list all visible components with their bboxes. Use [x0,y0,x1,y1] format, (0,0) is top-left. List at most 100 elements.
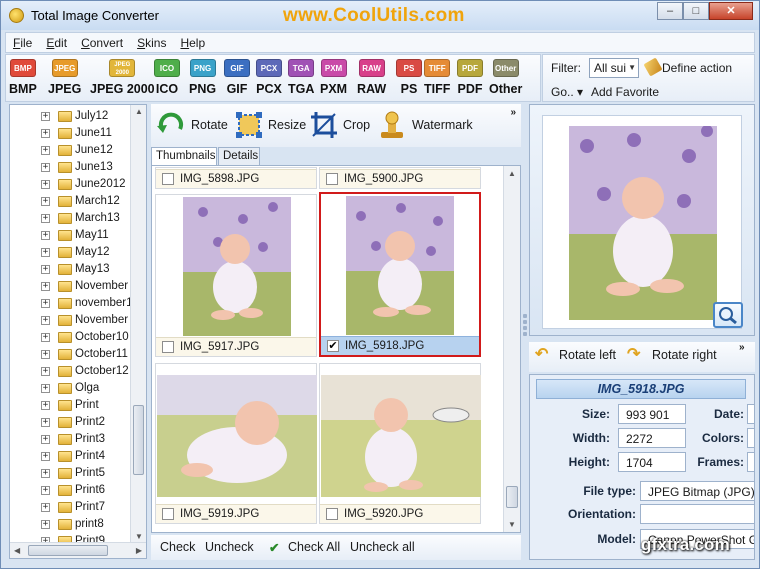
format-button-ico[interactable]: ICO ICO [154,59,180,96]
tree-scroll-thumb[interactable] [133,405,144,475]
tree-item[interactable]: + October11 [10,346,132,363]
tree-item[interactable]: + Print5 [10,465,132,482]
expand-icon[interactable]: + [41,316,50,325]
expand-icon[interactable]: + [41,163,50,172]
menu-edit[interactable]: Edit [39,33,74,50]
tree-item[interactable]: + March12 [10,193,132,210]
tree-item[interactable]: + June2012 [10,176,132,193]
expand-icon[interactable]: + [41,214,50,223]
scroll-down-icon[interactable]: ▼ [135,532,143,541]
tree-item[interactable]: + June12 [10,142,132,159]
format-button-jpeg[interactable]: JPEG JPEG [48,59,81,96]
expand-icon[interactable]: + [41,282,50,291]
thumbnail-card[interactable]: IMG_5919.JPG [155,363,317,524]
thumbnail-checkbox[interactable]: ✔ [327,340,339,352]
tree-item[interactable]: + Print4 [10,448,132,465]
expand-icon[interactable]: + [41,299,50,308]
format-button-pdf[interactable]: PDF PDF [457,59,483,96]
format-button-other[interactable]: Other Other [489,59,522,96]
tree-item[interactable]: + May12 [10,244,132,261]
minimize-button[interactable]: – [657,2,683,20]
go-menu-button[interactable]: Go.. ▾ [551,85,583,99]
format-button-png[interactable]: PNG PNG [189,59,216,96]
rotate-right-button[interactable]: Rotate right [652,348,717,362]
tree-item[interactable]: + March13 [10,210,132,227]
tree-vertical-scrollbar[interactable]: ▲ ▼ [130,105,146,543]
expand-icon[interactable]: + [41,435,50,444]
tree-item[interactable]: + November [10,278,132,295]
crop-button[interactable]: Crop [309,110,371,140]
expand-icon[interactable]: + [41,384,50,393]
tree-item[interactable]: + June11 [10,125,132,142]
menu-convert[interactable]: Convert [74,33,130,50]
format-button-bmp[interactable]: BMP BMP [9,59,37,96]
expand-icon[interactable]: + [41,452,50,461]
format-button-jpeg-2000[interactable]: JPEG 2000 JPEG 2000 [90,59,155,96]
format-button-tga[interactable]: TGA TGA [288,59,314,96]
zoom-button[interactable] [713,302,743,328]
tree-item[interactable]: + July12 [10,108,132,125]
scroll-up-icon[interactable]: ▲ [508,169,516,178]
format-button-pcx[interactable]: PCX PCX [256,59,282,96]
expand-icon[interactable]: + [41,129,50,138]
tree-item[interactable]: + June13 [10,159,132,176]
expand-icon[interactable]: + [41,367,50,376]
check-button[interactable]: Check [160,540,195,554]
expand-icon[interactable]: + [41,146,50,155]
format-button-tiff[interactable]: TIFF TIFF [424,59,450,96]
more-rotate-button[interactable]: » [739,342,745,353]
expand-icon[interactable]: + [41,197,50,206]
tree-item[interactable]: + Print6 [10,482,132,499]
expand-icon[interactable]: + [41,469,50,478]
thumbnail-checkbox[interactable] [326,173,338,185]
folder-tree[interactable]: + Print9 + print8 + Print7 + Print6 + Print5 + Prin… [9,104,147,559]
tree-item[interactable]: + October12 [10,363,132,380]
thumbnail-card[interactable]: IMG_5920.JPG [319,363,481,524]
thumbnail-card[interactable]: IMG_5917.JPG [155,194,317,357]
tree-item[interactable]: + Print [10,397,132,414]
format-button-gif[interactable]: GIF GIF [224,59,250,96]
expand-icon[interactable]: + [41,112,50,121]
scroll-down-icon[interactable]: ▼ [508,520,516,529]
panel-splitter[interactable] [522,104,528,560]
scroll-right-icon[interactable]: ▶ [136,546,142,555]
tree-item[interactable]: + Olga [10,380,132,397]
expand-icon[interactable]: + [41,248,50,257]
thumbnail-scroll-thumb[interactable] [506,486,518,508]
expand-icon[interactable]: + [41,350,50,359]
thumbnail-scrollbar[interactable]: ▲ ▼ [503,166,520,532]
menu-file[interactable]: File [6,33,39,50]
thumbnail-checkbox[interactable] [162,341,174,353]
uncheck-all-button[interactable]: Uncheck all [350,540,415,554]
define-action-button[interactable]: Define action [662,61,732,75]
watermark-button[interactable]: Watermark [377,110,475,140]
expand-icon[interactable]: + [41,231,50,240]
format-button-pxm[interactable]: PXM PXM [320,59,347,96]
tree-item[interactable]: + May13 [10,261,132,278]
scroll-up-icon[interactable]: ▲ [135,107,143,116]
rotate-button[interactable]: Rotate [156,110,228,140]
expand-icon[interactable]: + [41,418,50,427]
resize-button[interactable]: Resize [234,110,309,140]
expand-icon[interactable]: + [41,333,50,342]
expand-icon[interactable]: + [41,180,50,189]
tree-item[interactable]: + Print3 [10,431,132,448]
rotate-left-button[interactable]: Rotate left [559,348,616,362]
thumbnail-checkbox[interactable] [162,173,174,185]
scroll-left-icon[interactable]: ◀ [14,546,20,555]
tree-item[interactable]: + Print7 [10,499,132,516]
close-button[interactable]: ✕ [709,2,753,20]
tree-hscroll-thumb[interactable] [28,545,108,556]
thumbnail-checkbox[interactable] [326,508,338,520]
thumbnail-checkbox[interactable] [162,508,174,520]
check-all-button[interactable]: Check All [288,540,340,554]
format-button-ps[interactable]: PS PS [396,59,422,96]
filter-dropdown[interactable]: All sui ▼ [589,58,639,78]
tree-item[interactable]: + Print2 [10,414,132,431]
more-actions-button[interactable]: » [510,107,516,118]
format-button-raw[interactable]: RAW RAW [357,59,386,96]
tree-item[interactable]: + May11 [10,227,132,244]
thumbnail-card[interactable]: IMG_5900.JPG [319,167,481,189]
tree-item[interactable]: + november1 [10,295,132,312]
tree-item[interactable]: + October10 [10,329,132,346]
